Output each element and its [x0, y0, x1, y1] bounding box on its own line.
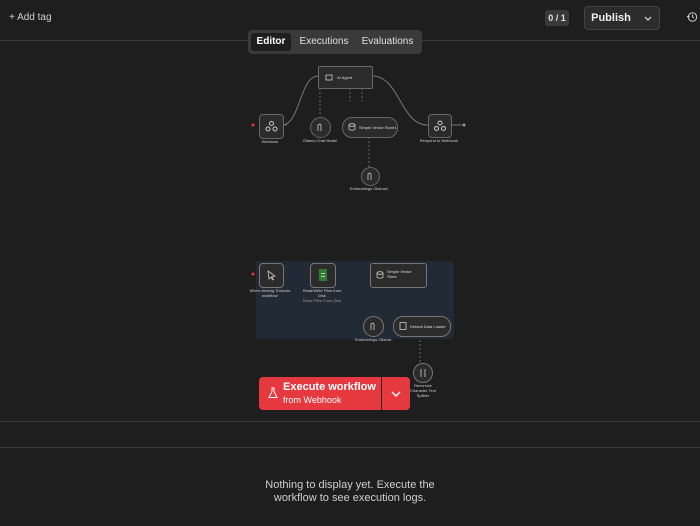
- embeddings-label: Embeddings Ollama1: [349, 186, 389, 191]
- execute-subtitle: from Webhook: [283, 395, 342, 405]
- robot-icon: [325, 74, 333, 81]
- embeddings-node[interactable]: [363, 316, 384, 337]
- publish-dropdown-button[interactable]: [637, 6, 660, 30]
- workflow-canvas[interactable]: AI Agent Webhook Ollama Chat Model Simpl…: [0, 41, 700, 421]
- database-icon: [376, 271, 384, 279]
- cursor-icon: [267, 270, 277, 281]
- database-icon: [348, 123, 356, 131]
- document-icon: [399, 322, 407, 330]
- vector-store-node[interactable]: Simple Vector Store: [370, 263, 427, 288]
- embeddings-label: Embeddings Ollama: [354, 337, 392, 342]
- llama-icon: [317, 123, 322, 131]
- split-icon: [420, 369, 426, 377]
- history-icon[interactable]: [686, 11, 698, 23]
- file-icon: [319, 269, 327, 281]
- logs-panel: Nothing to display yet. Execute the work…: [0, 421, 700, 526]
- chat-model-node[interactable]: [310, 117, 331, 138]
- ai-agent-node[interactable]: AI Agent: [318, 66, 373, 89]
- chevron-down-icon: [391, 391, 401, 397]
- webhook-icon: [434, 120, 446, 131]
- read-files-label: Read/Write Files from Disk: [302, 288, 342, 298]
- read-files-sublabel: Read Files From Disk: [302, 298, 342, 303]
- webhook-node[interactable]: [259, 114, 284, 139]
- logs-divider: [0, 447, 700, 448]
- workflow-connections: [251, 75, 466, 363]
- text-splitter-node[interactable]: [413, 363, 433, 383]
- active-counter: 0 / 1: [545, 10, 569, 26]
- manual-trigger-label: When clicking 'Execute workflow': [249, 288, 291, 298]
- llama-icon: [370, 322, 375, 330]
- respond-webhook-label: Respond to Webhook: [419, 138, 459, 143]
- embeddings-node[interactable]: [361, 167, 380, 186]
- vector-store-node[interactable]: Simple Vector Store1: [342, 117, 398, 138]
- webhook-icon: [265, 121, 278, 132]
- read-files-node[interactable]: [310, 263, 336, 288]
- chat-model-label: Ollama Chat Model: [302, 138, 338, 143]
- respond-webhook-node[interactable]: [428, 114, 452, 138]
- chevron-down-icon: [644, 16, 652, 21]
- manual-trigger-node[interactable]: [259, 263, 284, 288]
- flask-icon: [268, 387, 278, 398]
- logs-empty-message: Nothing to display yet. Execute the work…: [265, 479, 435, 504]
- execute-dropdown-button[interactable]: [382, 377, 410, 410]
- data-loader-node[interactable]: Default Data Loader: [393, 316, 451, 337]
- add-tag-link[interactable]: + Add tag: [9, 12, 52, 23]
- text-splitter-label: Recursive Character Text Splitter: [410, 383, 436, 398]
- publish-button[interactable]: Publish: [584, 6, 638, 30]
- webhook-label: Webhook: [261, 139, 279, 144]
- execute-workflow-button[interactable]: Execute workflow from Webhook: [259, 377, 381, 410]
- llama-icon: [367, 172, 372, 180]
- execute-title: Execute workflow: [283, 381, 376, 393]
